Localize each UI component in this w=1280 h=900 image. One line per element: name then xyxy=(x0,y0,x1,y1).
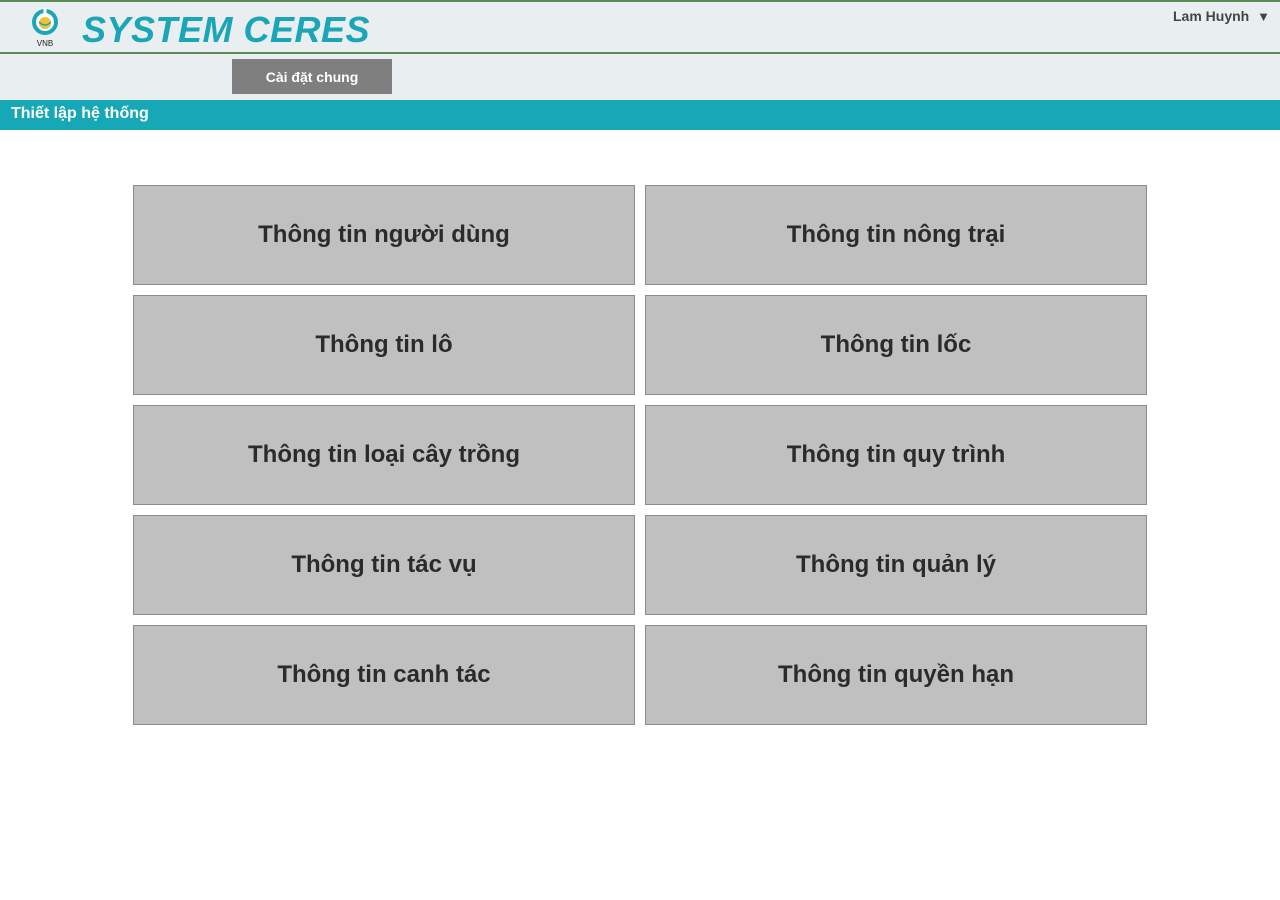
tile-farm-info[interactable]: Thông tin nông trại xyxy=(645,185,1147,285)
tile-task-info[interactable]: Thông tin tác vụ xyxy=(133,515,635,615)
tile-permission-info[interactable]: Thông tin quyền hạn xyxy=(645,625,1147,725)
tile-crop-type-info[interactable]: Thông tin loại cây trồng xyxy=(133,405,635,505)
section-header: Thiết lập hệ thống xyxy=(0,100,1280,130)
tile-lot-info[interactable]: Thông tin lô xyxy=(133,295,635,395)
user-name: Lam Huynh xyxy=(1173,8,1250,24)
user-menu[interactable]: Lam Huynh ▼ xyxy=(1173,8,1270,24)
tile-cultivation-info[interactable]: Thông tin canh tác xyxy=(133,625,635,725)
tab-general-settings[interactable]: Cài đặt chung xyxy=(232,59,392,94)
app-header: VNB SYSTEM CERES Lam Huynh ▼ xyxy=(0,0,1280,54)
app-title: SYSTEM CERES xyxy=(82,9,371,50)
section-title: Thiết lập hệ thống xyxy=(11,105,149,122)
nav-bar: Cài đặt chung xyxy=(0,54,1280,100)
logo-text: VNB xyxy=(36,39,54,48)
tile-user-info[interactable]: Thông tin người dùng xyxy=(133,185,635,285)
tile-block-info[interactable]: Thông tin lốc xyxy=(645,295,1147,395)
tile-management-info[interactable]: Thông tin quản lý xyxy=(645,515,1147,615)
vnb-logo-icon[interactable]: VNB xyxy=(28,7,62,51)
caret-down-icon: ▼ xyxy=(1257,9,1270,24)
tile-process-info[interactable]: Thông tin quy trình xyxy=(645,405,1147,505)
settings-grid: Thông tin người dùng Thông tin nông trại… xyxy=(133,185,1147,725)
